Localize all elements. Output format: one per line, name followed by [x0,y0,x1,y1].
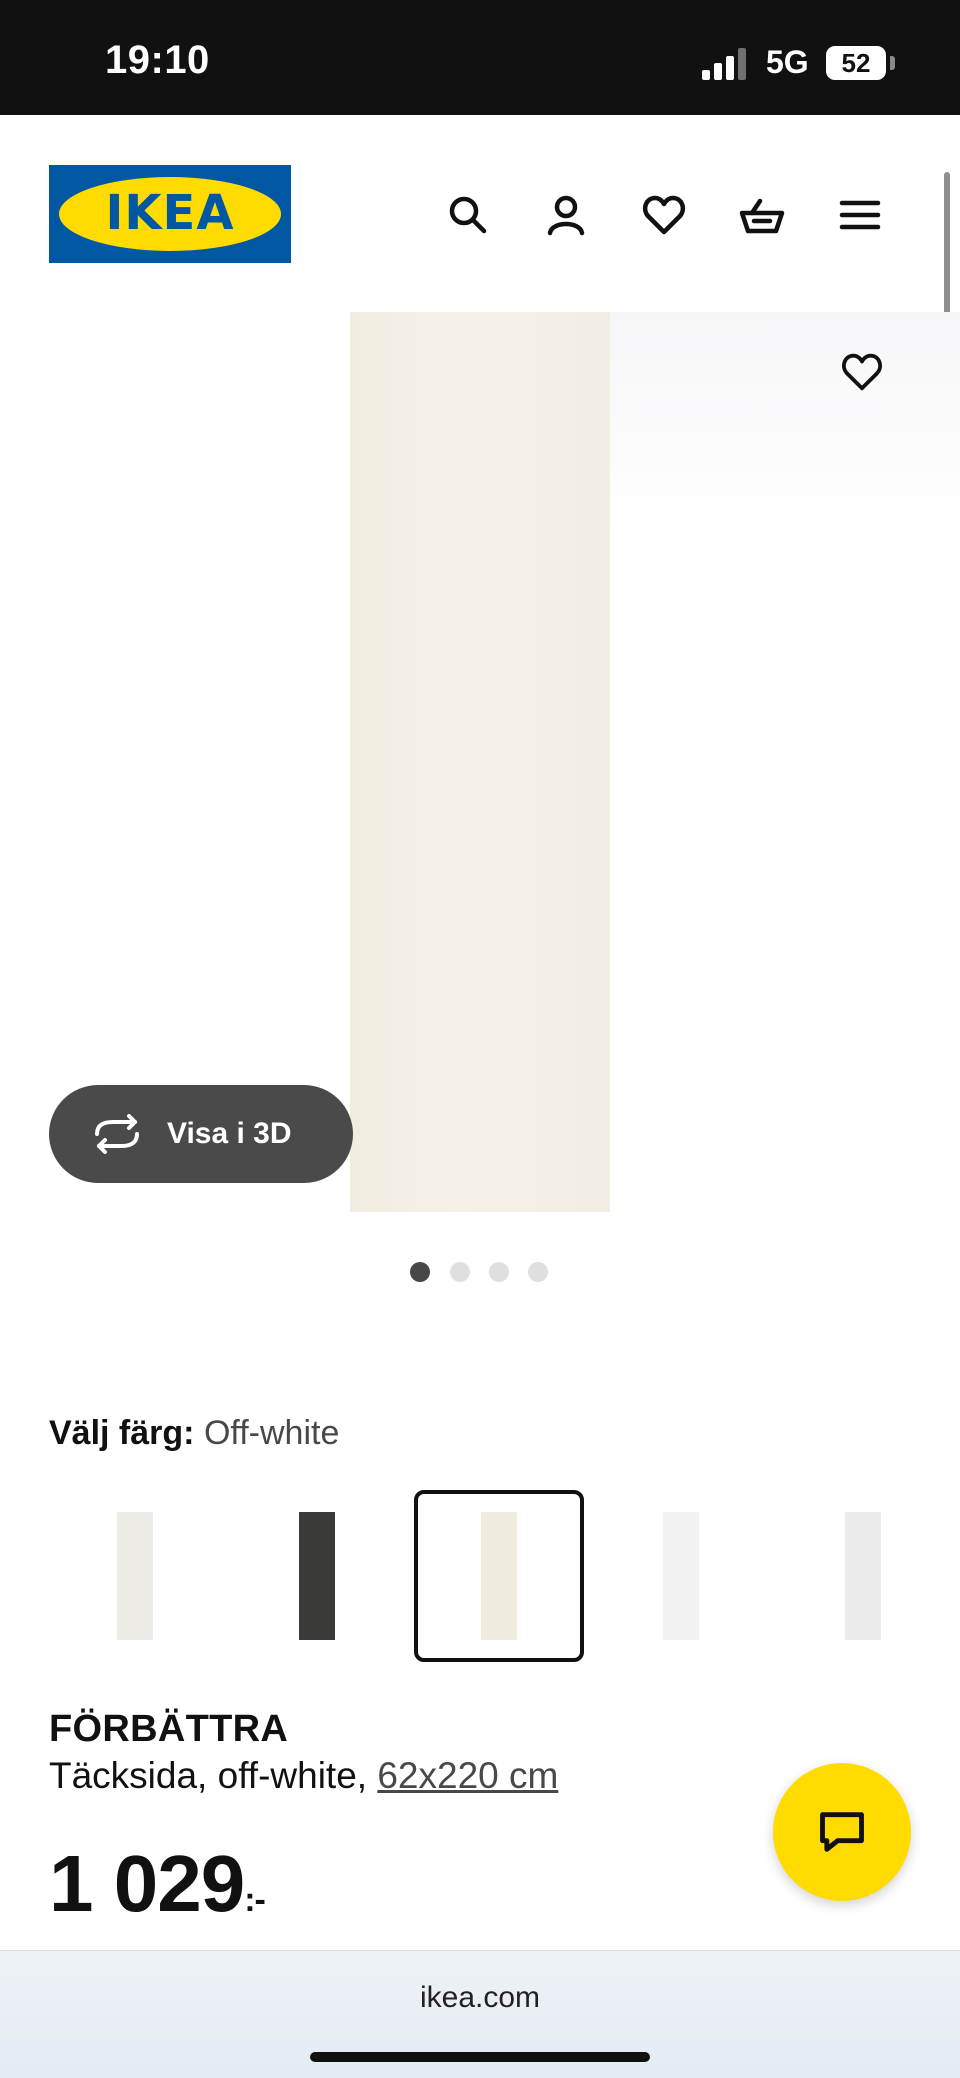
swatch-off-white[interactable] [414,1490,584,1662]
swatch-black[interactable] [232,1490,402,1662]
menu-icon[interactable] [830,185,890,245]
product-description: Täcksida, off-white, 62x220 cm [49,1755,558,1797]
heart-icon [842,353,882,391]
product-price: 1 029:- [49,1838,266,1930]
product-gallery[interactable]: Visa i 3D [0,312,960,1212]
pagination-dot[interactable] [489,1262,509,1282]
home-indicator[interactable] [310,2052,650,2062]
browser-url-bar[interactable]: ikea.com [0,1950,960,2078]
pagination-dot[interactable] [410,1262,430,1282]
pagination-dot[interactable] [528,1262,548,1282]
status-bar: 19:10 5G 52 [0,0,960,115]
swatch-chip [663,1512,699,1640]
network-type: 5G [766,44,809,80]
account-icon[interactable] [536,185,596,245]
cellular-signal-icon [702,48,746,80]
logo-wordmark: IKEA [105,185,235,241]
battery-tip [890,56,895,70]
swatch-chip [845,1512,881,1640]
basket-icon[interactable] [732,185,792,245]
image-pagination [0,1262,960,1284]
chat-icon [820,1812,864,1852]
product-description-text: Täcksida, off-white, [49,1755,368,1796]
view-in-3d-button[interactable]: Visa i 3D [49,1085,353,1183]
color-label-key: Välj färg: [49,1414,195,1452]
price-value: 1 029 [49,1839,245,1928]
rotate-3d-icon [95,1114,139,1154]
chat-button[interactable] [773,1763,911,1901]
product-name: FÖRBÄTTRA [49,1708,289,1750]
ikea-logo[interactable]: IKEA [49,165,291,263]
view-in-3d-label: Visa i 3D [167,1117,292,1150]
swatch-white[interactable] [50,1490,220,1662]
color-selector-label: Välj färg: Off-white [49,1414,339,1453]
status-time: 19:10 [105,38,210,82]
swatch-chip [299,1512,335,1640]
swatch-chip [117,1512,153,1640]
site-header: IKEA [0,115,960,285]
browser-url[interactable]: ikea.com [0,1981,960,2015]
heart-icon[interactable] [634,185,694,245]
product-image[interactable] [350,312,610,1212]
pagination-dot[interactable] [450,1262,470,1282]
battery-icon: 52 [826,46,886,80]
add-to-favourites-button[interactable] [832,342,892,402]
color-swatches [0,1490,960,1665]
swatch-light-grey[interactable] [778,1490,948,1662]
search-icon[interactable] [438,185,498,245]
price-suffix: :- [244,1881,266,1919]
swatch-white-high-gloss[interactable] [596,1490,766,1662]
image-background [610,312,960,542]
swatch-chip [481,1512,517,1640]
selected-color-name: Off-white [203,1414,340,1452]
product-size-link[interactable]: 62x220 cm [377,1755,558,1796]
